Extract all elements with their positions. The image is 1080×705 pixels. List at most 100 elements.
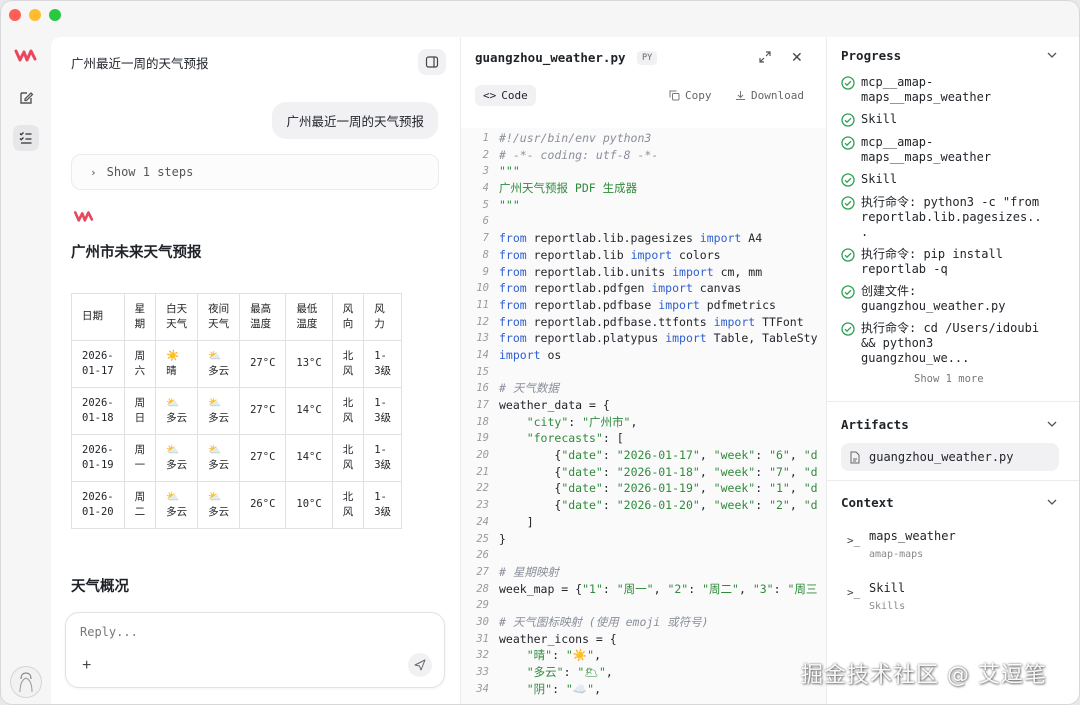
week-text: 周 (134, 490, 146, 503)
code-token: Table, TableSty (706, 331, 818, 346)
code-token: : (563, 665, 578, 679)
header-text: 温度 (296, 318, 318, 330)
high-temp: 27°C (250, 404, 276, 417)
code-token: import (499, 347, 541, 362)
code-token: , (653, 581, 668, 596)
code-token: reportlab.pdfgen (526, 281, 652, 296)
progress-item[interactable]: Skill (841, 112, 1065, 127)
code-token: : (568, 414, 583, 429)
progress-item[interactable]: mcp__amap-maps__maps_weather (841, 135, 1065, 165)
show-steps-toggle[interactable]: › Show 1 steps (71, 154, 439, 190)
tasks-list-icon[interactable] (13, 125, 39, 151)
code-line: 31 weather_icons = { (461, 631, 826, 648)
code-text: from reportlab.pdfgen import canvas (499, 280, 741, 297)
week-text: 周 (134, 396, 146, 409)
code-token: { (499, 448, 562, 463)
code-text: """ (499, 163, 520, 180)
code-token: "2026-01-18" (616, 464, 700, 479)
day-weather: 多云 (166, 412, 188, 424)
header-text: 星 (134, 302, 146, 315)
close-icon[interactable]: ✕ (791, 49, 803, 66)
nav-rail (1, 31, 51, 704)
wind-dir: 北 (342, 443, 354, 456)
header-text: 最低 (296, 302, 318, 315)
code-text: {"date": "2026-01-19", "week": "1", "d (499, 480, 817, 497)
code-line: 10 from reportlab.pdfgen import canvas (461, 280, 826, 297)
user-avatar[interactable] (10, 666, 42, 698)
week-text: 周 (134, 349, 146, 362)
new-chat-icon[interactable] (13, 85, 39, 111)
reply-input[interactable]: Reply... (80, 625, 138, 639)
code-token: # 天气数据 (499, 381, 559, 396)
header-text: 风 (342, 302, 354, 315)
chevron-down-icon[interactable] (1047, 51, 1057, 59)
code-token: , (594, 648, 602, 663)
chevron-down-icon[interactable] (1047, 498, 1057, 506)
attach-plus-icon[interactable]: + (82, 657, 91, 675)
code-token: # -*- coding: utf-8 -*- (499, 147, 659, 162)
code-token: : (602, 448, 617, 463)
progress-line: 创建文件: (861, 284, 917, 298)
artifact-item[interactable]: guangzhou_weather.py (841, 443, 1059, 471)
table-cell: 1- 3级 (363, 481, 403, 529)
code-token: "date" (561, 448, 603, 463)
tab-code[interactable]: <> Code (475, 85, 536, 106)
line-number: 22 (476, 482, 489, 495)
code-text: week_map = {"1": "周一", "2": "周二", "3": "… (499, 581, 817, 598)
code-line: 8 from reportlab.lib import colors (461, 247, 826, 264)
minimize-window-button[interactable] (29, 9, 41, 21)
divider (827, 480, 1079, 481)
code-line: 22 {"date": "2026-01-19", "week": "1", "… (461, 480, 826, 497)
code-line: 11 from reportlab.pdfbase import pdfmetri… (461, 297, 826, 314)
send-button[interactable] (408, 653, 432, 677)
code-line: 23 {"date": "2026-01-20", "week": "2", "… (461, 497, 826, 514)
table-cell: ⛅ 多云 (155, 434, 199, 482)
code-token: import (630, 247, 673, 262)
table-header-cell: 日期 (71, 293, 125, 341)
code-token: , (789, 481, 804, 496)
code-token: : (602, 581, 617, 596)
send-icon (414, 659, 426, 671)
line-number: 10 (476, 282, 489, 295)
code-token: , (594, 681, 602, 696)
code-line: 15 (461, 364, 826, 381)
weather-icon: ⛅ (166, 396, 180, 409)
header-text: 最高 (250, 302, 272, 315)
code-line: 1 #!/usr/bin/env python3 (461, 130, 826, 147)
date-text: 01-17 (82, 365, 114, 377)
sidebar-toggle-button[interactable] (418, 49, 446, 75)
close-window-button[interactable] (9, 9, 21, 21)
context-item-name: maps_weather (869, 529, 956, 543)
wind-power: 1- (374, 490, 387, 503)
header-text: 温度 (250, 318, 272, 330)
copy-button[interactable]: Copy (669, 89, 712, 102)
high-temp: 26°C (250, 498, 276, 511)
code-editor[interactable]: 1 #!/usr/bin/env python3 2 # -*- coding: ut… (461, 128, 826, 704)
file-name: guangzhou_weather.py (475, 50, 626, 65)
progress-item[interactable]: mcp__amap-maps__maps_weather (841, 75, 1065, 105)
table-cell: 2026- 01-18 (71, 387, 125, 435)
progress-line: mcp__amap- (861, 135, 934, 149)
line-number: 25 (476, 532, 489, 545)
progress-item[interactable]: 执行命令: pip install reportlab -q (841, 247, 1065, 277)
code-token: weather_icons = { (499, 631, 617, 646)
show-more-link[interactable]: Show 1 more (914, 373, 984, 385)
line-number: 24 (476, 515, 489, 528)
table-cell: 14°C (285, 434, 333, 482)
code-token: } (499, 531, 506, 546)
progress-item[interactable]: 执行命令: cd /Users/idoubi && python3 guangzho… (841, 321, 1065, 366)
window-controls (9, 9, 61, 21)
expand-icon[interactable] (758, 50, 772, 64)
zoom-window-button[interactable] (49, 9, 61, 21)
progress-item[interactable]: Skill (841, 172, 1065, 187)
progress-item[interactable]: 创建文件: guangzhou_weather.py (841, 284, 1065, 314)
code-token: , (699, 481, 714, 496)
download-button[interactable]: Download (735, 89, 804, 102)
chevron-down-icon[interactable] (1047, 420, 1057, 428)
code-token: from (499, 264, 527, 279)
app-logo-icon[interactable] (14, 47, 38, 63)
progress-item[interactable]: 执行命令: python3 -c "from reportlab.lib.page… (841, 195, 1065, 240)
code-text: # 天气数据 (499, 380, 559, 397)
code-line: 26 (461, 547, 826, 564)
code-token: colors (672, 247, 721, 262)
